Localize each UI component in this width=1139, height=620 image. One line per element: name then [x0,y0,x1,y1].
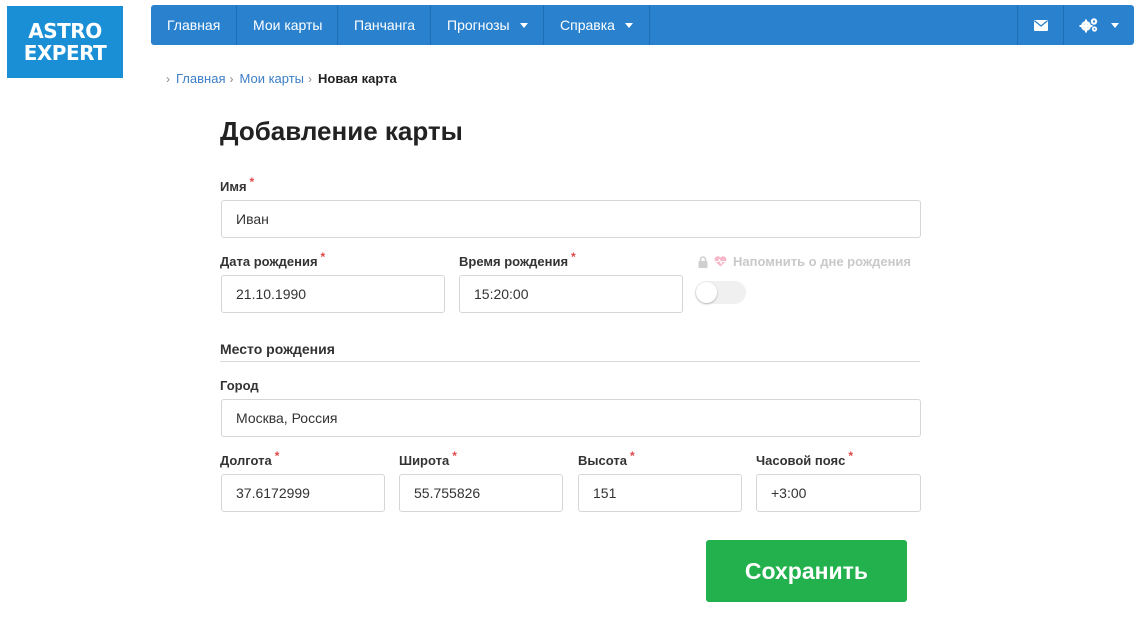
caret-down-icon [624,22,633,28]
chevron-right-icon: › [308,71,313,86]
longitude-input[interactable]: 37.6172999 [221,474,385,512]
chevron-right-icon: › [166,71,170,86]
altitude-input[interactable]: 151 [578,474,742,512]
chevron-right-icon: › [229,71,234,86]
city-input[interactable]: Москва, Россия [221,399,921,437]
timezone-input[interactable]: +3:00 [756,474,921,512]
birth-time-input[interactable]: 15:20:00 [459,275,683,313]
latitude-label: Широта * [399,449,457,468]
messages-button[interactable] [1017,5,1063,45]
required-mark: * [629,449,635,463]
altitude-label: Высота * [578,449,635,468]
birth-place-section-title: Место рождения [220,341,920,362]
nav-item-home[interactable]: Главная [151,5,237,45]
birthday-reminder-label: Напомнить о дне рождения [698,254,911,269]
logo-line-1: ASTRO [28,19,102,43]
birthday-reminder-toggle[interactable] [695,281,746,304]
caret-down-icon [1111,22,1119,28]
birth-date-label: Дата рождения * [220,250,326,269]
required-mark: * [452,449,457,463]
nav-item-help[interactable]: Справка [544,5,650,45]
nav-item-label: Панчанга [354,17,415,33]
name-input[interactable]: Иван [221,200,921,238]
required-mark: * [320,250,326,264]
required-mark: * [274,449,280,463]
breadcrumb-home[interactable]: Главная [176,71,225,86]
birth-time-label: Время рождения * [459,250,576,269]
gears-icon [1079,18,1098,33]
city-label: Город [220,378,259,393]
breadcrumb: › Главная › Мои карты › Новая карта [166,71,397,86]
caret-down-icon [519,22,528,28]
breadcrumb-my-charts[interactable]: Мои карты [239,71,304,86]
required-mark: * [848,449,854,463]
birth-date-input[interactable]: 21.10.1990 [221,275,445,313]
timezone-label: Часовой пояс * [756,449,854,468]
envelope-icon [1033,19,1048,31]
lock-icon [698,255,708,268]
nav-item-label: Справка [560,17,615,33]
nav-item-label: Прогнозы [447,17,510,33]
page-title: Добавление карты [220,116,463,146]
nav-item-label: Главная [167,17,221,33]
breadcrumb-current: Новая карта [318,71,397,86]
nav-item-label: Мои карты [253,17,323,33]
nav-item-forecasts[interactable]: Прогнозы [431,5,544,45]
astro-expert-logo[interactable]: ASTRO EXPERT [7,6,123,78]
heartbeat-icon [714,256,727,267]
settings-menu-button[interactable] [1063,5,1134,45]
longitude-label: Долгота * [220,449,280,468]
nav-item-my-charts[interactable]: Мои карты [237,5,338,45]
name-label: Имя * [220,175,255,194]
main-navbar: Главная Мои карты Панчанга Прогнозы Спра… [151,5,1134,45]
toggle-knob [696,282,717,303]
required-mark: * [571,250,576,264]
latitude-input[interactable]: 55.755826 [399,474,563,512]
nav-item-panchanga[interactable]: Панчанга [338,5,431,45]
logo-line-2: EXPERT [23,41,107,65]
required-mark: * [249,175,255,189]
save-button[interactable]: Сохранить [706,540,907,602]
